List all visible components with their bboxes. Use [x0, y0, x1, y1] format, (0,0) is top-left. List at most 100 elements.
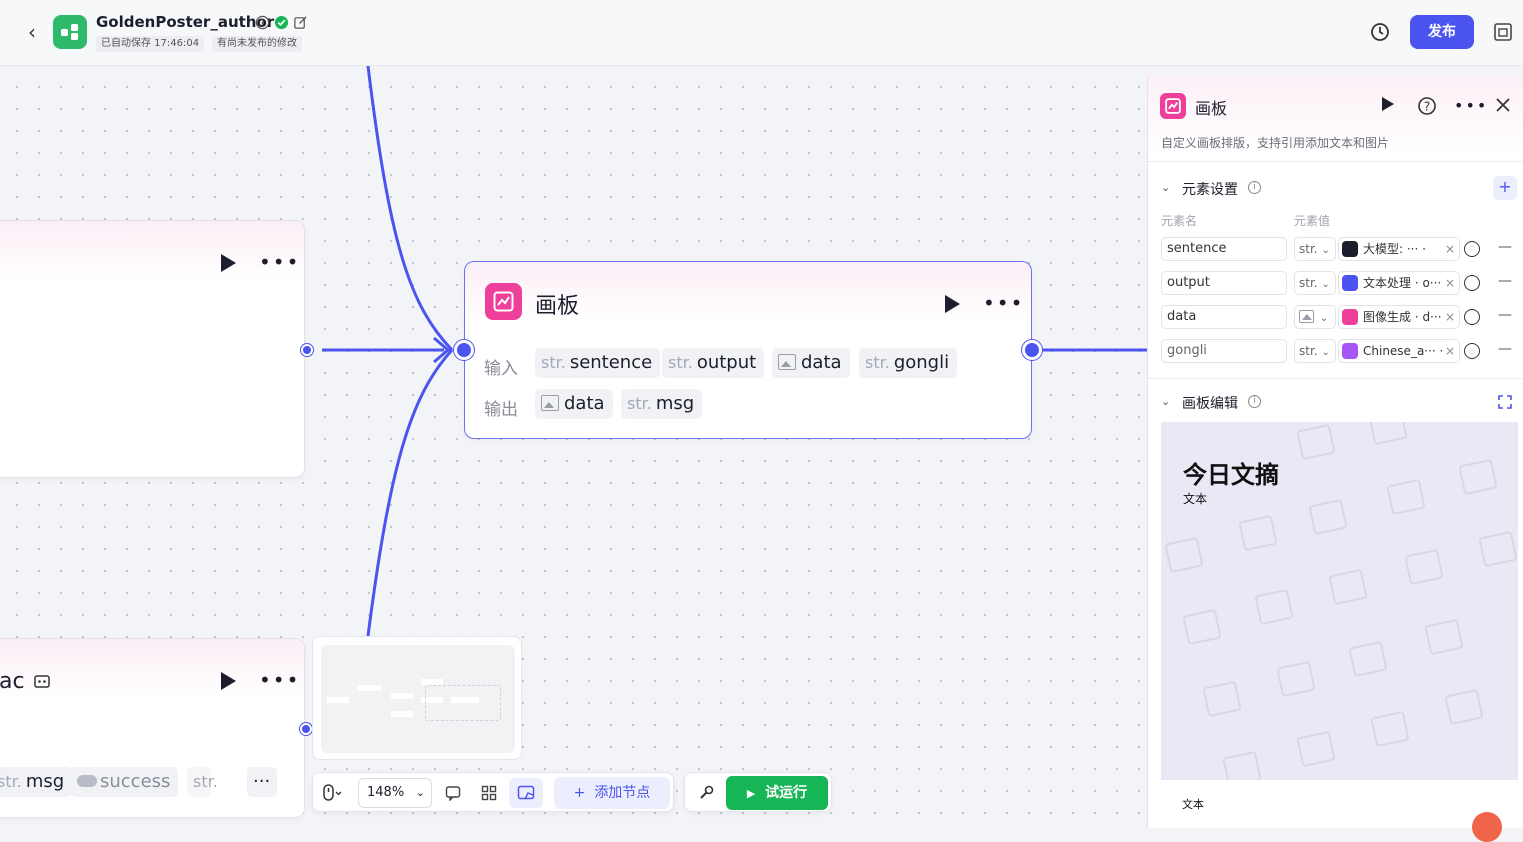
chevron-down-icon[interactable]: ⌄ — [1161, 395, 1170, 408]
image-icon — [778, 354, 796, 370]
element-value-ref[interactable]: Chinese_a··· · × — [1338, 339, 1460, 363]
output-port[interactable] — [301, 344, 313, 356]
plus-icon: + — [573, 785, 586, 801]
element-name-input[interactable]: gongli — [1161, 339, 1287, 363]
node-title: ac — [0, 669, 25, 694]
add-element-button[interactable]: + — [1493, 176, 1517, 200]
more-icon[interactable]: ••• — [1454, 98, 1488, 114]
minimap-block — [357, 685, 381, 691]
comment-icon[interactable] — [445, 785, 461, 801]
board-title-text[interactable]: 今日文摘 — [1183, 455, 1279, 490]
image-placeholder-icon — [1164, 536, 1204, 574]
clear-icon[interactable]: × — [1445, 238, 1455, 260]
more-outputs-button[interactable]: ··· — [247, 767, 277, 797]
output-label: 输出 — [484, 400, 518, 420]
run-toolbar: ▶ 试运行 — [684, 772, 832, 812]
image-placeholder-icon — [1296, 423, 1336, 461]
clear-icon[interactable]: × — [1445, 340, 1455, 362]
add-node-button[interactable]: + 添加节点 — [554, 777, 670, 809]
fullscreen-icon[interactable] — [1498, 395, 1512, 409]
elements-section-title[interactable]: 元素设置 — [1182, 179, 1238, 199]
board-editor-canvas[interactable]: 今日文摘 文本 — [1161, 422, 1518, 780]
remove-element-button[interactable]: — — [1498, 273, 1512, 289]
output-chip-success: success — [71, 767, 179, 797]
zoom-select[interactable]: 148% ⌄ — [358, 778, 432, 808]
top-bar: ‹ GoldenPoster_author 已自动保存 17:46:04 有尚未… — [0, 0, 1523, 66]
grid-icon[interactable] — [481, 785, 497, 801]
element-value-ref[interactable]: 大模型: ··· · × — [1338, 237, 1460, 261]
image-icon — [1299, 310, 1314, 323]
board-icon — [1160, 93, 1186, 119]
back-icon[interactable]: ‹ — [22, 20, 42, 44]
element-name-input[interactable]: sentence — [1161, 237, 1287, 261]
help-icon[interactable]: ? — [1417, 96, 1437, 116]
element-value-ref[interactable]: 图像生成 · d··· × — [1338, 305, 1460, 329]
board-subtitle-text[interactable]: 文本 — [1183, 490, 1207, 507]
play-icon[interactable] — [221, 672, 236, 690]
toggle-icon — [77, 775, 97, 787]
editor-section-title[interactable]: 画板编辑 — [1182, 393, 1238, 413]
autosave-badge: 已自动保存 17:46:04 — [96, 36, 205, 52]
wrench-icon[interactable] — [697, 784, 715, 802]
divider — [1148, 161, 1523, 162]
unpublished-badge: 有尚未发布的修改 — [212, 36, 302, 52]
board-node[interactable]: 画板 ••• 输入 str. sentence str. output data s… — [464, 261, 1032, 439]
input-label: 输入 — [484, 359, 518, 379]
clock-icon[interactable] — [1464, 309, 1480, 325]
chevron-down-icon: ⌄ — [1321, 279, 1330, 290]
play-icon[interactable] — [1382, 97, 1394, 111]
plugin-icon — [1342, 343, 1358, 359]
history-icon[interactable] — [1368, 20, 1392, 44]
board-footer-text[interactable]: 文本 — [1182, 796, 1204, 812]
clock-icon[interactable] — [1464, 343, 1480, 359]
edit-icon[interactable] — [293, 15, 308, 30]
element-type-select[interactable]: ⌄ — [1294, 305, 1336, 329]
chevron-down-icon[interactable]: ⌄ — [1161, 181, 1170, 194]
remove-element-button[interactable]: — — [1498, 341, 1512, 357]
input-chip-data: data — [772, 348, 850, 378]
element-name-input[interactable]: data — [1161, 305, 1287, 329]
element-name-input[interactable]: output — [1161, 271, 1287, 295]
upstream-node[interactable]: ••• — [0, 220, 305, 478]
app-title: GoldenPoster_author — [96, 13, 275, 31]
clock-icon[interactable] — [1464, 275, 1480, 291]
remove-element-button[interactable]: — — [1498, 239, 1512, 255]
info-icon[interactable]: i — [1248, 181, 1261, 194]
more-icon[interactable]: ••• — [983, 293, 1024, 313]
chevron-down-icon: ⌄ — [415, 786, 425, 799]
assistant-button[interactable] — [1472, 812, 1502, 842]
layout-icon[interactable] — [1492, 21, 1514, 43]
input-port[interactable] — [454, 340, 474, 360]
info-icon[interactable] — [255, 15, 270, 30]
more-icon[interactable]: ••• — [259, 252, 300, 272]
column-header-name: 元素名 — [1161, 214, 1198, 228]
clock-icon[interactable] — [1464, 241, 1480, 257]
play-icon[interactable] — [221, 254, 236, 272]
element-type-select[interactable]: str. ⌄ — [1294, 237, 1336, 261]
image-placeholder-icon — [1424, 618, 1464, 656]
element-type-select[interactable]: str. ⌄ — [1294, 339, 1336, 363]
element-type-select[interactable]: str. ⌄ — [1294, 271, 1336, 295]
close-icon[interactable] — [1495, 97, 1511, 113]
publish-button[interactable]: 发布 — [1410, 15, 1474, 49]
remove-element-button[interactable]: — — [1498, 307, 1512, 323]
clear-icon[interactable]: × — [1445, 272, 1455, 294]
info-icon[interactable]: i — [1248, 395, 1261, 408]
more-icon[interactable]: ••• — [259, 670, 300, 690]
mouse-icon[interactable] — [322, 784, 342, 802]
input-port[interactable] — [300, 723, 312, 735]
test-run-button[interactable]: ▶ 试运行 — [726, 776, 828, 810]
element-value-ref[interactable]: 文本处理 · o··· × — [1338, 271, 1460, 295]
play-icon[interactable] — [945, 295, 960, 313]
output-port[interactable] — [1022, 340, 1042, 360]
properties-panel: 画板 ? ••• 自定义画板排版，支持引用添加文本和图片 ⌄ 元素设置 i + … — [1147, 75, 1523, 828]
minimap-toggle-button[interactable] — [509, 778, 543, 808]
workflow-canvas[interactable]: ••• 画板 ••• 输入 str. sentence str. output da… — [0, 66, 1147, 828]
downstream-node[interactable]: ac ••• str. msg success str. ··· — [0, 638, 305, 818]
chevron-down-icon: ⌄ — [1321, 245, 1330, 256]
clear-icon[interactable]: × — [1445, 306, 1455, 328]
image-placeholder-icon — [1296, 730, 1336, 768]
robot-icon — [34, 675, 50, 688]
minimap[interactable] — [312, 636, 522, 760]
image-placeholder-icon — [1368, 422, 1408, 446]
